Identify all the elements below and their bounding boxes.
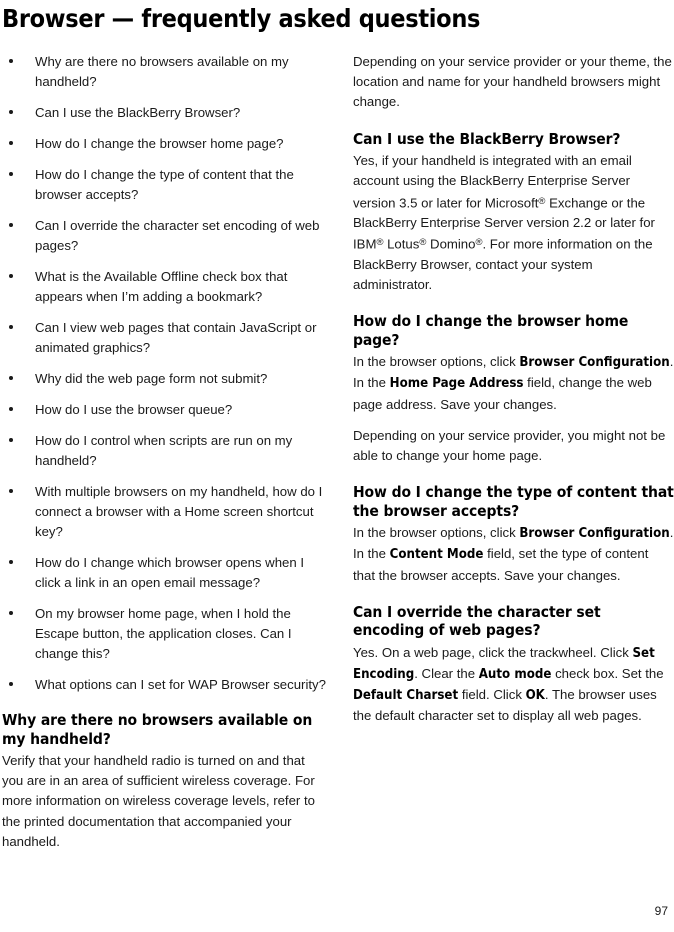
left-column: Why are there no browsers available on m… xyxy=(0,52,327,863)
faq-link[interactable]: How do I change the type of content that… xyxy=(2,165,327,205)
ui-term: OK xyxy=(525,688,545,704)
section-heading: Can I use the BlackBerry Browser? xyxy=(352,129,621,148)
section-heading: Can I override the character set encodin… xyxy=(352,602,601,640)
two-column-body: Why are there no browsers available on m… xyxy=(0,52,674,863)
faq-link[interactable]: Why are there no browsers available on m… xyxy=(2,52,327,92)
bullet-icon xyxy=(9,172,13,176)
ui-term: Home Page Address xyxy=(389,376,524,392)
ui-term: Auto mode xyxy=(478,666,552,682)
faq-link-label: On my browser home page, when I hold the… xyxy=(35,606,292,661)
intro-paragraph: Depending on your service provider or yo… xyxy=(352,54,672,110)
faq-link-label: How do I change which browser opens when… xyxy=(35,555,305,590)
bullet-icon xyxy=(9,110,13,114)
faq-link-label: With multiple browsers on my handheld, h… xyxy=(35,484,323,539)
faq-link[interactable]: What is the Available Offline check box … xyxy=(2,267,327,307)
bullet-icon xyxy=(9,489,13,493)
bullet-icon xyxy=(9,141,13,145)
bullet-icon xyxy=(9,407,13,411)
faq-link[interactable]: How do I control when scripts are run on… xyxy=(2,431,327,471)
ui-term: Browser Configuration xyxy=(519,355,670,371)
bullet-icon xyxy=(9,223,13,227)
faq-link[interactable]: With multiple browsers on my handheld, h… xyxy=(2,482,327,542)
faq-link-label: Why did the web page form not submit? xyxy=(35,371,268,386)
bullet-icon xyxy=(9,274,13,278)
bullet-icon xyxy=(9,325,13,329)
ui-term: Browser Configuration xyxy=(519,526,670,542)
faq-link[interactable]: On my browser home page, when I hold the… xyxy=(2,604,327,664)
faq-link-label: Why are there no browsers available on m… xyxy=(35,54,289,89)
faq-link[interactable]: How do I use the browser queue? xyxy=(2,400,327,420)
section-paragraph: Yes, if your handheld is integrated with… xyxy=(352,153,655,292)
document-page: Browser — frequently asked questions Why… xyxy=(0,0,674,932)
section-extra-paragraph: Depending on your service provider, you … xyxy=(352,427,666,463)
faq-link-label: How do I control when scripts are run on… xyxy=(35,433,293,468)
faq-link-label: Can I override the character set encodin… xyxy=(35,218,320,253)
registered-trademark-icon: ® xyxy=(538,195,546,207)
faq-link-label: How do I change the browser home page? xyxy=(35,136,284,151)
faq-link[interactable]: Can I override the character set encodin… xyxy=(2,216,327,256)
bullet-icon xyxy=(9,438,13,442)
section-paragraph-browsers-available: Verify that your handheld radio is turne… xyxy=(2,753,315,849)
registered-trademark-icon: ® xyxy=(419,237,427,249)
faq-link[interactable]: How do I change the browser home page? xyxy=(2,134,327,154)
faq-question-list: Why are there no browsers available on m… xyxy=(2,52,327,695)
faq-link-label: Can I view web pages that contain JavaSc… xyxy=(35,320,317,355)
faq-link[interactable]: How do I change which browser opens when… xyxy=(2,553,327,593)
faq-link-label: What options can I set for WAP Browser s… xyxy=(35,677,326,692)
bullet-icon xyxy=(9,376,13,380)
right-column: Depending on your service provider or yo… xyxy=(353,52,674,863)
registered-trademark-icon: ® xyxy=(475,237,483,249)
section-paragraph: Yes. On a web page, click the trackwheel… xyxy=(352,644,664,724)
faq-link-label: Can I use the BlackBerry Browser? xyxy=(35,105,241,120)
faq-link[interactable]: Can I use the BlackBerry Browser? xyxy=(2,103,327,123)
faq-link-label: How do I change the type of content that… xyxy=(35,167,294,202)
section-heading: How do I change the browser home page? xyxy=(352,312,629,349)
faq-link[interactable]: Why did the web page form not submit? xyxy=(2,369,327,389)
section-paragraph: In the browser options, click Browser Co… xyxy=(352,354,674,412)
bullet-icon xyxy=(9,560,13,564)
section-heading: How do I change the type of content that… xyxy=(352,483,674,520)
registered-trademark-icon: ® xyxy=(376,237,384,249)
page-title: Browser — frequently asked questions xyxy=(2,4,481,33)
faq-link[interactable]: Can I view web pages that contain JavaSc… xyxy=(2,318,327,358)
right-column-sections: Can I use the BlackBerry Browser? Yes, if… xyxy=(353,130,674,727)
faq-link[interactable]: What options can I set for WAP Browser s… xyxy=(2,675,327,695)
faq-link-label: How do I use the browser queue? xyxy=(35,402,233,417)
section-paragraph: In the browser options, click Browser Co… xyxy=(352,525,674,583)
section-heading-browsers-available: Why are there no browsers available on m… xyxy=(2,711,313,748)
ui-term: Content Mode xyxy=(389,547,484,563)
faq-link-label: What is the Available Offline check box … xyxy=(35,269,288,304)
ui-term: Default Charset xyxy=(352,688,459,704)
page-number: 97 xyxy=(654,904,668,918)
bullet-icon xyxy=(9,611,13,615)
bullet-icon xyxy=(9,682,13,686)
bullet-icon xyxy=(9,59,13,63)
